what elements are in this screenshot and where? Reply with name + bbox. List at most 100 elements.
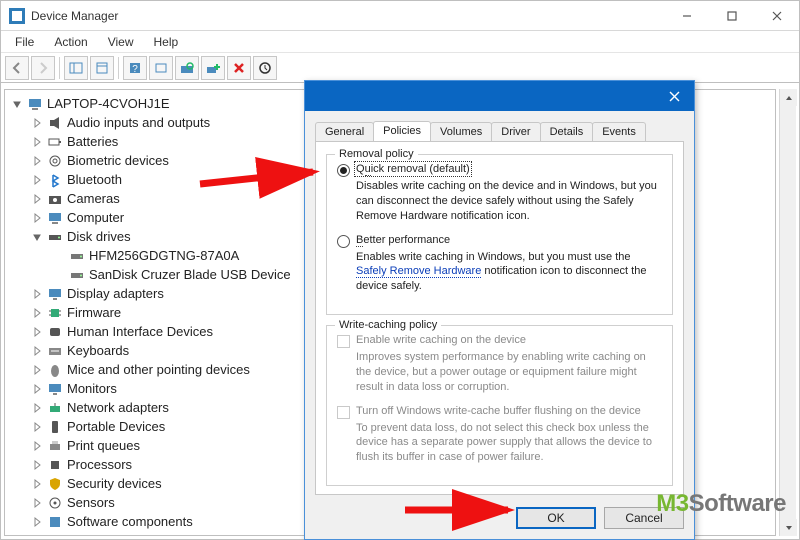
radio-icon[interactable] xyxy=(337,235,350,248)
safely-remove-link[interactable]: Safely Remove Hardware xyxy=(356,265,481,278)
expand-icon[interactable] xyxy=(31,117,43,129)
turn-off-flush-description: To prevent data loss, do not select this… xyxy=(356,421,662,466)
back-button[interactable] xyxy=(5,56,29,80)
action-button[interactable] xyxy=(149,56,173,80)
enable-write-caching-option: Enable write caching on the device xyxy=(337,334,662,348)
tab-details[interactable]: Details xyxy=(540,122,594,141)
tree-node-label: Display adapters xyxy=(67,286,164,301)
quick-removal-label: Quick removal (default) xyxy=(356,163,470,175)
expand-icon[interactable] xyxy=(31,383,43,395)
tab-policies[interactable]: Policies xyxy=(373,121,431,141)
dialog-titlebar[interactable] xyxy=(305,81,694,111)
tree-node-label: Batteries xyxy=(67,134,118,149)
properties-button[interactable] xyxy=(90,56,114,80)
tree-node-label: Disk drives xyxy=(67,229,131,244)
menu-view[interactable]: View xyxy=(98,33,144,51)
better-performance-description: Enables write caching in Windows, but yo… xyxy=(356,250,662,295)
swdev-icon xyxy=(47,533,63,537)
expand-icon[interactable] xyxy=(31,364,43,376)
expand-icon[interactable] xyxy=(31,345,43,357)
dialog-close-button[interactable] xyxy=(654,81,694,111)
expand-icon[interactable] xyxy=(31,155,43,167)
tab-panel-policies: Removal policy Quick removal (default) D… xyxy=(315,141,684,495)
vertical-scrollbar[interactable] xyxy=(779,89,796,536)
hid-icon xyxy=(47,324,63,340)
cancel-button[interactable]: Cancel xyxy=(604,507,684,529)
scroll-down-button[interactable] xyxy=(780,519,797,536)
expand-icon[interactable] xyxy=(31,497,43,509)
help-button[interactable]: ? xyxy=(123,56,147,80)
svg-text:?: ? xyxy=(132,64,138,75)
expand-icon[interactable] xyxy=(31,326,43,338)
fingerprint-icon xyxy=(47,153,63,169)
minimize-button[interactable] xyxy=(664,1,709,30)
expand-icon[interactable] xyxy=(31,421,43,433)
portable-icon xyxy=(47,419,63,435)
menu-file[interactable]: File xyxy=(5,33,44,51)
scan-hardware-button[interactable] xyxy=(175,56,199,80)
update-driver-button[interactable] xyxy=(253,56,277,80)
uninstall-button[interactable] xyxy=(227,56,251,80)
forward-button[interactable] xyxy=(31,56,55,80)
scroll-up-button[interactable] xyxy=(780,89,797,106)
tree-node-label: Network adapters xyxy=(67,400,169,415)
tree-node-label: Keyboards xyxy=(67,343,129,358)
menu-action[interactable]: Action xyxy=(44,33,97,51)
tree-node-label: Software components xyxy=(67,514,193,529)
expand-icon[interactable] xyxy=(31,516,43,528)
tree-node-label: Firmware xyxy=(67,305,121,320)
expand-icon[interactable] xyxy=(31,193,43,205)
monitor-icon xyxy=(47,381,63,397)
tree-node-label: SanDisk Cruzer Blade USB Device xyxy=(89,267,291,282)
bluetooth-icon xyxy=(47,172,63,188)
expand-icon[interactable] xyxy=(31,535,43,537)
tab-events[interactable]: Events xyxy=(592,122,646,141)
tree-node-label: Portable Devices xyxy=(67,419,165,434)
expand-icon[interactable] xyxy=(31,440,43,452)
tree-node-label: HFM256GDGTNG-87A0A xyxy=(89,248,239,263)
mouse-icon xyxy=(47,362,63,378)
expand-icon[interactable] xyxy=(31,212,43,224)
radio-icon[interactable] xyxy=(337,164,350,177)
expand-icon[interactable] xyxy=(31,136,43,148)
tree-node-label: Software devices xyxy=(67,533,166,536)
expand-icon[interactable] xyxy=(31,307,43,319)
drive-icon xyxy=(69,248,85,264)
tree-node-label: Processors xyxy=(67,457,132,472)
ok-button[interactable]: OK xyxy=(516,507,596,529)
network-icon xyxy=(47,400,63,416)
security-icon xyxy=(47,476,63,492)
tree-node-label: Audio inputs and outputs xyxy=(67,115,210,130)
tab-general[interactable]: General xyxy=(315,122,374,141)
show-hide-tree-button[interactable] xyxy=(64,56,88,80)
dialog-tabs: General Policies Volumes Driver Details … xyxy=(315,119,684,141)
titlebar[interactable]: Device Manager xyxy=(1,1,799,31)
tab-driver[interactable]: Driver xyxy=(491,122,540,141)
collapse-icon[interactable] xyxy=(11,98,23,110)
expand-icon[interactable] xyxy=(31,478,43,490)
add-hardware-button[interactable] xyxy=(201,56,225,80)
better-performance-option[interactable]: Better performance xyxy=(337,234,662,248)
expand-icon[interactable] xyxy=(31,174,43,186)
quick-removal-option[interactable]: Quick removal (default) xyxy=(337,163,662,177)
tree-node-label: Mice and other pointing devices xyxy=(67,362,250,377)
expand-icon[interactable] xyxy=(31,402,43,414)
expand-icon[interactable] xyxy=(31,459,43,471)
collapse-icon[interactable] xyxy=(31,231,43,243)
swcomp-icon xyxy=(47,514,63,530)
menu-help[interactable]: Help xyxy=(144,33,189,51)
cpu-icon xyxy=(47,457,63,473)
tree-node-label: Biometric devices xyxy=(67,153,169,168)
tab-volumes[interactable]: Volumes xyxy=(430,122,492,141)
sensor-icon xyxy=(47,495,63,511)
tree-node-label: Human Interface Devices xyxy=(67,324,213,339)
better-performance-label: Better performance xyxy=(356,234,450,246)
properties-dialog: General Policies Volumes Driver Details … xyxy=(304,80,695,540)
quick-removal-description: Disables write caching on the device and… xyxy=(356,179,662,224)
turn-off-flush-option: Turn off Windows write-cache buffer flus… xyxy=(337,405,662,419)
drive-icon xyxy=(69,267,85,283)
checkbox-icon xyxy=(337,335,350,348)
close-button[interactable] xyxy=(754,1,799,30)
maximize-button[interactable] xyxy=(709,1,754,30)
expand-icon[interactable] xyxy=(31,288,43,300)
